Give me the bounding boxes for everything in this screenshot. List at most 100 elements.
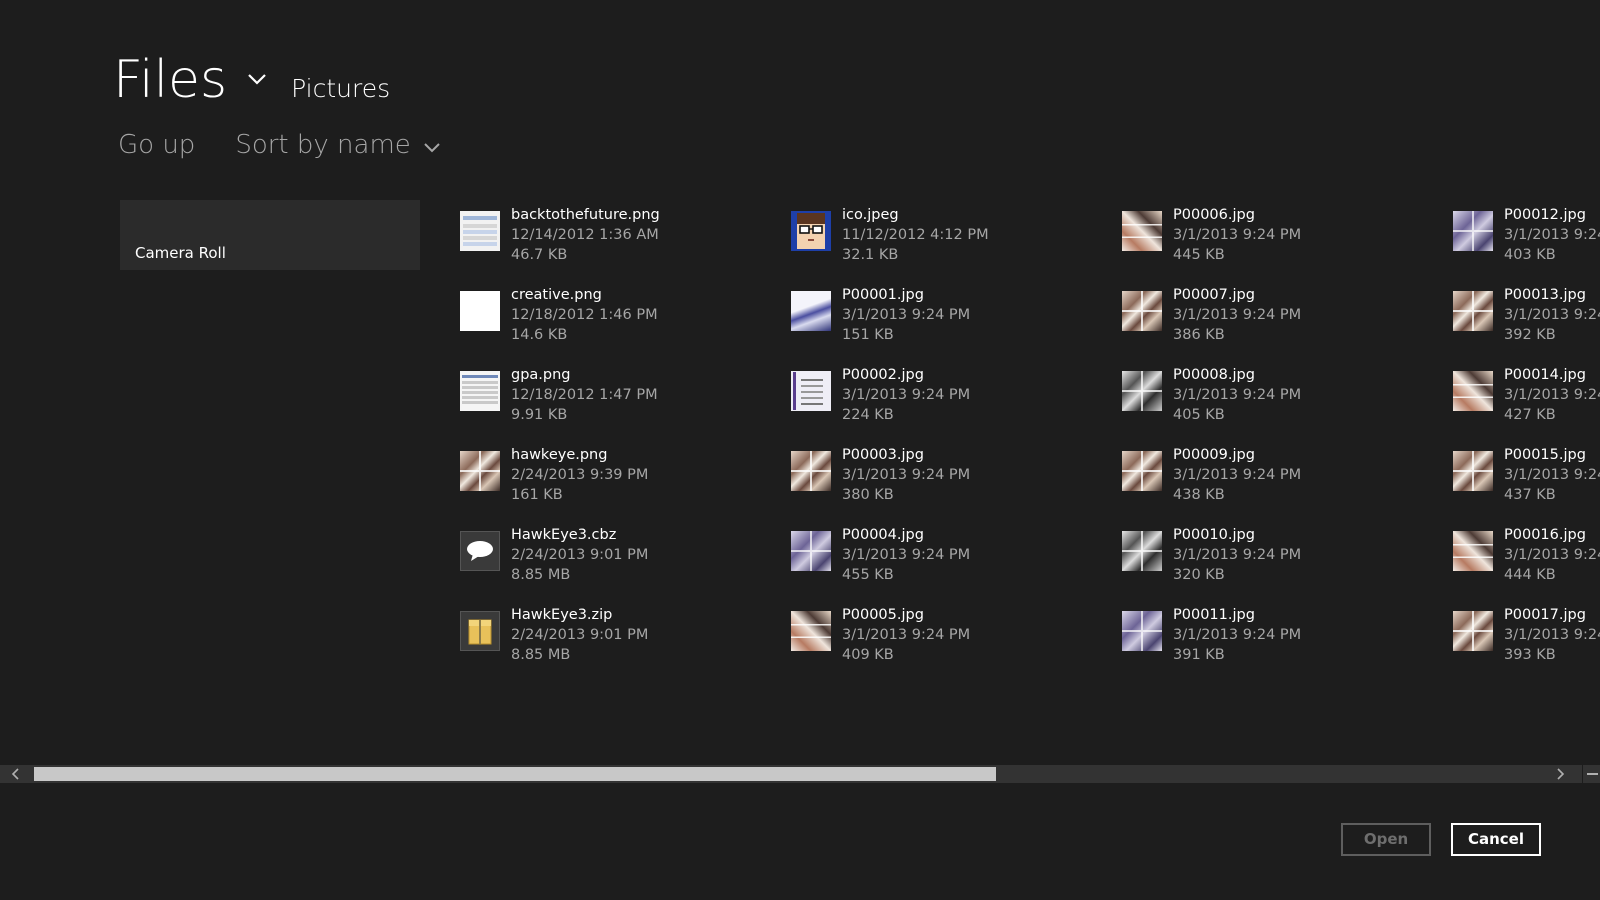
file-item[interactable]: P00008.jpg 3/1/2013 9:24 PM 405 KB xyxy=(1122,365,1442,437)
file-date: 3/1/2013 9:24 PM xyxy=(842,627,971,643)
file-item[interactable]: P00011.jpg 3/1/2013 9:24 PM 391 KB xyxy=(1122,605,1442,665)
file-item[interactable]: creative.png 12/18/2012 1:46 PM 14.6 KB xyxy=(460,285,780,357)
file-meta: P00008.jpg 3/1/2013 9:24 PM 405 KB xyxy=(1173,365,1301,437)
file-size: 320 KB xyxy=(1173,567,1225,583)
file-name: P00007.jpg xyxy=(1173,287,1255,303)
file-meta: P00004.jpg 3/1/2013 9:24 PM 455 KB xyxy=(842,525,970,597)
scroll-right-icon[interactable] xyxy=(1544,765,1576,783)
file-item[interactable]: P00001.jpg 3/1/2013 9:24 PM 151 KB xyxy=(791,285,1111,357)
file-name: P00008.jpg xyxy=(1173,367,1255,383)
file-thumbnail xyxy=(1453,291,1493,331)
file-name: P00002.jpg xyxy=(842,367,924,383)
file-item[interactable]: ico.jpeg 11/12/2012 4:12 PM 32.1 KB xyxy=(791,205,1111,277)
go-up-button[interactable]: Go up xyxy=(118,130,195,160)
file-date: 3/1/2013 9:24 PM xyxy=(1173,387,1302,403)
file-thumbnail xyxy=(791,611,831,651)
zoom-out-icon[interactable] xyxy=(1582,765,1600,783)
file-thumbnail xyxy=(460,451,500,491)
file-date: 3/1/2013 9:24 P xyxy=(1504,227,1600,243)
file-date: 12/14/2012 1:36 AM xyxy=(511,227,659,243)
file-item[interactable]: P00010.jpg 3/1/2013 9:24 PM 320 KB xyxy=(1122,525,1442,597)
file-item[interactable]: P00015.jpg 3/1/2013 9:24 P 437 KB xyxy=(1453,445,1600,517)
file-item[interactable]: P00005.jpg 3/1/2013 9:24 PM 409 KB xyxy=(791,605,1111,665)
file-size: 9.91 KB xyxy=(511,407,568,423)
file-item[interactable]: P00014.jpg 3/1/2013 9:24 P 427 KB xyxy=(1453,365,1600,437)
file-thumbnail xyxy=(1453,451,1493,491)
file-item[interactable]: P00012.jpg 3/1/2013 9:24 P 403 KB xyxy=(1453,205,1600,277)
file-meta: HawkEye3.zip 2/24/2013 9:01 PM 8.85 MB xyxy=(511,605,648,665)
sort-dropdown[interactable]: Sort by name xyxy=(235,130,442,160)
file-size: 14.6 KB xyxy=(511,327,568,343)
folder-tile-camera-roll[interactable]: Camera Roll xyxy=(120,200,420,270)
file-thumbnail xyxy=(460,211,500,251)
file-size: 46.7 KB xyxy=(511,247,568,263)
file-item[interactable]: P00007.jpg 3/1/2013 9:24 PM 386 KB xyxy=(1122,285,1442,357)
file-date: 3/1/2013 9:24 PM xyxy=(1173,227,1302,243)
file-item[interactable]: P00002.jpg 3/1/2013 9:24 PM 224 KB xyxy=(791,365,1111,437)
file-item[interactable]: P00009.jpg 3/1/2013 9:24 PM 438 KB xyxy=(1122,445,1442,517)
file-item[interactable]: HawkEye3.zip 2/24/2013 9:01 PM 8.85 MB xyxy=(460,605,780,665)
file-name: gpa.png xyxy=(511,367,571,383)
file-item[interactable]: hawkeye.png 2/24/2013 9:39 PM 161 KB xyxy=(460,445,780,517)
file-name: HawkEye3.zip xyxy=(511,607,613,623)
file-item[interactable]: P00003.jpg 3/1/2013 9:24 PM 380 KB xyxy=(791,445,1111,517)
file-meta: P00017.jpg 3/1/2013 9:24 P 393 KB xyxy=(1504,605,1600,665)
file-date: 3/1/2013 9:24 PM xyxy=(842,307,971,323)
file-date: 3/1/2013 9:24 P xyxy=(1504,467,1600,483)
file-name: HawkEye3.cbz xyxy=(511,527,617,543)
file-name: P00003.jpg xyxy=(842,447,924,463)
file-date: 3/1/2013 9:24 P xyxy=(1504,307,1600,323)
file-size: 32.1 KB xyxy=(842,247,899,263)
file-size: 405 KB xyxy=(1173,407,1225,423)
file-date: 12/18/2012 1:46 PM xyxy=(511,307,658,323)
file-meta: P00012.jpg 3/1/2013 9:24 P 403 KB xyxy=(1504,205,1600,277)
file-name: creative.png xyxy=(511,287,602,303)
file-name: P00004.jpg xyxy=(842,527,924,543)
file-meta: P00015.jpg 3/1/2013 9:24 P 437 KB xyxy=(1504,445,1600,517)
file-size: 409 KB xyxy=(842,647,894,663)
file-size: 444 KB xyxy=(1504,567,1556,583)
file-meta: P00005.jpg 3/1/2013 9:24 PM 409 KB xyxy=(842,605,970,665)
file-thumbnail xyxy=(460,371,500,411)
file-item[interactable]: HawkEye3.cbz 2/24/2013 9:01 PM 8.85 MB xyxy=(460,525,780,597)
file-size: 380 KB xyxy=(842,487,894,503)
file-meta: P00009.jpg 3/1/2013 9:24 PM 438 KB xyxy=(1173,445,1301,517)
file-size: 438 KB xyxy=(1173,487,1225,503)
file-meta: P00003.jpg 3/1/2013 9:24 PM 380 KB xyxy=(842,445,970,517)
chevron-down-icon[interactable] xyxy=(237,61,277,101)
scrollbar-thumb[interactable] xyxy=(34,767,996,781)
file-name: hawkeye.png xyxy=(511,447,608,463)
zip-folder-icon xyxy=(460,611,500,651)
file-date: 3/1/2013 9:24 PM xyxy=(1173,627,1302,643)
file-item[interactable]: P00013.jpg 3/1/2013 9:24 P 392 KB xyxy=(1453,285,1600,357)
file-thumbnail xyxy=(791,371,831,411)
file-name: P00006.jpg xyxy=(1173,207,1255,223)
file-item[interactable]: backtothefuture.png 12/14/2012 1:36 AM 46.… xyxy=(460,205,780,277)
file-name: P00009.jpg xyxy=(1173,447,1255,463)
file-item[interactable]: P00017.jpg 3/1/2013 9:24 P 393 KB xyxy=(1453,605,1600,665)
horizontal-scrollbar[interactable] xyxy=(0,765,1600,783)
file-date: 3/1/2013 9:24 PM xyxy=(1173,547,1302,563)
file-meta: creative.png 12/18/2012 1:46 PM 14.6 KB xyxy=(511,285,658,357)
file-item[interactable]: gpa.png 12/18/2012 1:47 PM 9.91 KB xyxy=(460,365,780,437)
file-size: 224 KB xyxy=(842,407,894,423)
nav-row: Go up Sort by name xyxy=(118,130,443,160)
file-size: 455 KB xyxy=(842,567,894,583)
file-item[interactable]: P00016.jpg 3/1/2013 9:24 P 444 KB xyxy=(1453,525,1600,597)
file-thumbnail xyxy=(791,211,831,251)
file-item[interactable]: P00006.jpg 3/1/2013 9:24 PM 445 KB xyxy=(1122,205,1442,277)
cancel-button[interactable]: Cancel xyxy=(1451,823,1541,856)
file-date: 2/24/2013 9:01 PM xyxy=(511,627,649,643)
file-thumbnail xyxy=(791,531,831,571)
file-date: 2/24/2013 9:01 PM xyxy=(511,547,649,563)
file-item[interactable]: P00004.jpg 3/1/2013 9:24 PM 455 KB xyxy=(791,525,1111,597)
open-button[interactable]: Open xyxy=(1341,823,1431,856)
file-date: 12/18/2012 1:47 PM xyxy=(511,387,658,403)
file-size: 427 KB xyxy=(1504,407,1556,423)
file-date: 3/1/2013 9:24 PM xyxy=(842,467,971,483)
file-meta: ico.jpeg 11/12/2012 4:12 PM 32.1 KB xyxy=(842,205,989,277)
scroll-left-icon[interactable] xyxy=(0,765,32,783)
file-size: 403 KB xyxy=(1504,247,1556,263)
file-meta: P00011.jpg 3/1/2013 9:24 PM 391 KB xyxy=(1173,605,1301,665)
app-title[interactable]: Files xyxy=(113,48,227,112)
